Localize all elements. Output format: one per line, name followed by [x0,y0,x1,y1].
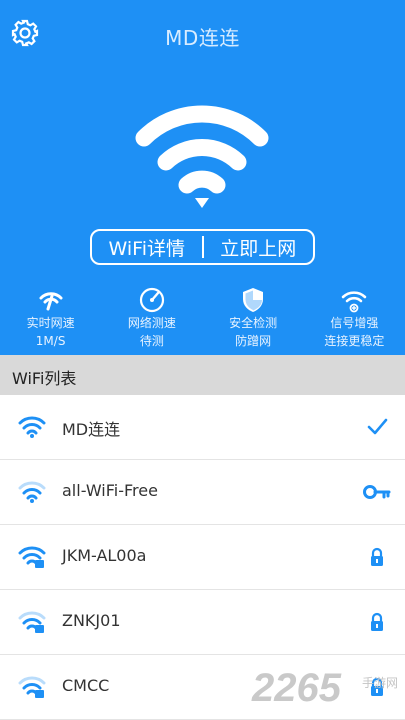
wifi-row-free[interactable]: all-WiFi-Free [0,460,405,525]
connect-now-button[interactable]: 立即上网 [204,234,314,261]
wifi-signal-locked-icon [18,676,46,698]
lock-icon [371,547,383,566]
feature-boost-value: 连接更稳定 [324,334,385,348]
shield-icon [243,288,264,312]
wifi-signal-locked-icon [18,546,46,568]
feature-boost[interactable]: 信号增强 连接更稳定 [304,286,405,350]
wifi-details-button[interactable]: WiFi详情 [92,234,202,261]
watermark-brand: 2265 [252,666,341,710]
wifi-ssid: MD连连 [62,420,121,439]
feature-speedtest[interactable]: 网络测速 待测 [101,286,202,350]
hero-panel: MD连连 WiFi详情 立即上网 实时网速 1M/S 网络测速 待测 安全检测 … [0,0,405,355]
app-title: MD连连 [165,26,240,50]
wifi-ssid: CMCC [62,676,110,695]
wifi-signal-full-icon [18,416,46,438]
wifi-ssid: all-WiFi-Free [62,481,158,500]
feature-bar: 实时网速 1M/S 网络测速 待测 安全检测 防蹭网 信号增强 连接更稳定 [0,286,405,350]
wifi-list-header: WiFi列表 [0,355,405,395]
signal-speed-icon [39,292,63,311]
checkmark-icon [367,418,388,435]
feature-speedtest-value: 待测 [139,334,164,348]
feature-speed[interactable]: 实时网速 1M/S [0,286,101,350]
key-icon [363,485,391,499]
wifi-large-icon [135,105,269,208]
wifi-row-md[interactable]: MD连连 [0,395,405,460]
wifi-list-title: WiFi列表 [12,369,77,388]
feature-security-label: 安全检测 [229,316,278,330]
feature-security-value: 防蹭网 [235,334,272,348]
wifi-boost-icon [342,291,367,313]
wifi-ssid: JKM-AL00a [62,546,147,565]
wifi-signal-medium-icon [18,481,46,503]
feature-speedtest-label: 网络测速 [127,316,176,330]
wifi-signal-locked-icon [18,611,46,633]
wifi-list: MD连连 all-WiFi-Free JKM-AL00a ZNKJ01 CMCC [0,395,405,720]
lock-icon [371,612,383,631]
wifi-row-jkm[interactable]: JKM-AL00a [0,525,405,590]
feature-speed-label: 实时网速 [26,316,75,330]
feature-security[interactable]: 安全检测 防蹭网 [203,286,304,350]
speedometer-icon [139,287,164,313]
feature-boost-label: 信号增强 [330,316,379,330]
wifi-row-cmcc[interactable]: CMCC [0,655,405,720]
wifi-ssid: ZNKJ01 [62,611,121,630]
watermark-site: 手游网 [362,676,399,690]
action-pill: WiFi详情 立即上网 [90,229,315,265]
wifi-row-znkj[interactable]: ZNKJ01 [0,590,405,655]
feature-speed-value: 1M/S [35,334,66,348]
